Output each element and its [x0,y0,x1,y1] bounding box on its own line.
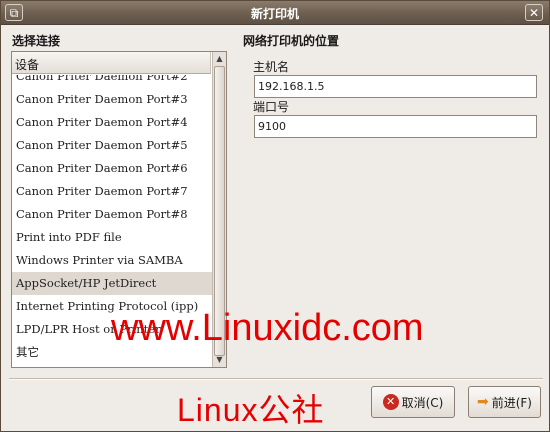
network-printer-location-heading: 网络打印机的位置 [243,34,340,48]
cancel-button[interactable]: ✕ 取消(C) [371,386,455,418]
device-list-item[interactable]: Canon Priter Daemon Port#7 [12,180,212,203]
device-list-item[interactable]: Print into PDF file [12,226,212,249]
close-button[interactable]: ✕ [525,4,543,21]
device-list-item[interactable]: Canon Priter Daemon Port#6 [12,157,212,180]
scroll-up-icon[interactable]: ▲ [213,52,226,66]
device-list-item[interactable]: Windows Printer via SAMBA [12,249,212,272]
title-bar: ⧉ 新打印机 ✕ [1,1,549,25]
watermark-brand: Linux公社 [177,392,325,428]
device-list-item[interactable]: Canon Priter Daemon Port#2 [12,75,212,88]
device-column-header[interactable]: 设备 [12,52,211,74]
select-connection-heading: 选择连接 [12,34,61,48]
forward-arrow-icon: ➡ [476,394,489,410]
device-list-item[interactable]: Canon Priter Daemon Port#5 [12,134,212,157]
port-label: 端口号 [253,100,290,114]
close-icon: ✕ [528,6,540,20]
hostname-input[interactable]: 192.168.1.5 [254,75,537,98]
device-list-item[interactable]: Canon Priter Daemon Port#8 [12,203,212,226]
watermark-site: www.Linuxidc.com [111,307,424,349]
device-list-item[interactable]: Canon Priter Daemon Port#3 [12,88,212,111]
forward-button[interactable]: ➡ 前进(F) [468,386,541,418]
new-printer-dialog: ⧉ 新打印机 ✕ 选择连接 设备 Canon Priter Daemon Por… [0,0,550,432]
hostname-label: 主机名 [253,60,290,74]
port-input[interactable]: 9100 [254,115,537,138]
forward-label: 前进(F) [491,395,532,410]
window-title: 新打印机 [250,7,299,21]
cancel-label: 取消(C) [401,395,444,410]
scroll-down-icon[interactable]: ▼ [213,353,226,367]
cancel-icon: ✕ [382,394,399,410]
device-list-item[interactable]: AppSocket/HP JetDirect [12,272,212,295]
button-separator [9,378,543,380]
device-list-item[interactable]: Canon Priter Daemon Port#4 [12,111,212,134]
